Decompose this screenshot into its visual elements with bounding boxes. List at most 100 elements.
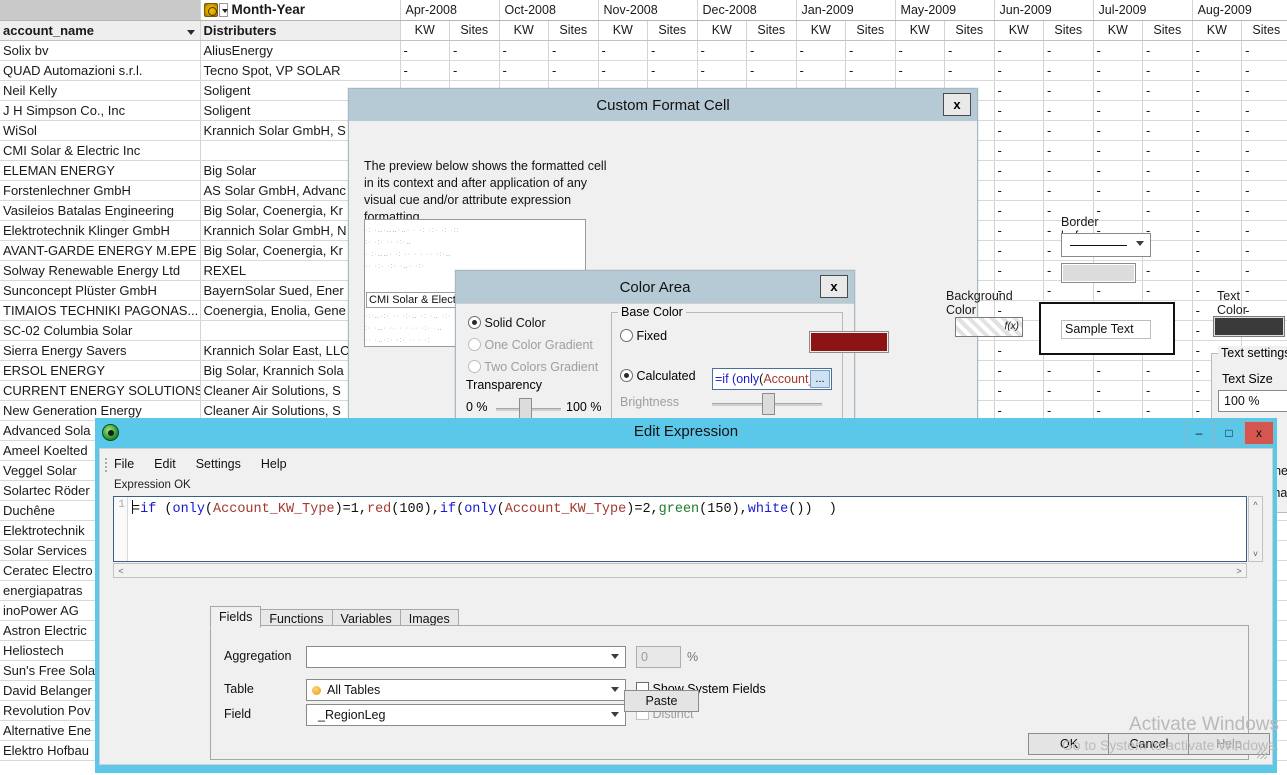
value-cell[interactable]: - [1241,60,1287,81]
calculated-expression-input[interactable]: =if (only(Account_ ... [712,368,832,390]
account-name-cell[interactable]: Forstenlechner GmbH [0,180,201,201]
one-color-gradient-radio[interactable] [468,338,481,351]
value-cell[interactable]: - [1093,160,1144,181]
value-cell[interactable]: - [845,60,896,81]
value-cell[interactable]: - [994,340,1045,361]
account-name-cell[interactable]: WiSol [0,120,201,141]
value-cell[interactable]: - [647,60,698,81]
value-cell[interactable]: - [1093,200,1144,221]
value-cell[interactable]: - [1043,160,1094,181]
value-cell[interactable]: - [944,40,995,61]
distributers-cell[interactable]: AliusEnergy [200,40,401,61]
value-cell[interactable]: - [1043,280,1094,301]
value-cell[interactable]: - [697,60,748,81]
value-cell[interactable]: - [1241,280,1287,301]
account-name-cell[interactable]: J H Simpson Co., Inc [0,100,201,121]
table-row[interactable]: QUAD Automazioni s.r.l. Tecno Spot, VP SO… [0,60,1287,81]
text-color-swatch[interactable] [1213,316,1285,337]
editor-horizontal-scrollbar[interactable]: < > [113,563,1247,578]
brightness-slider-thumb[interactable] [762,393,775,415]
account-name-cell[interactable]: Sierra Energy Savers [0,340,201,361]
menu-edit[interactable]: Edit [154,457,176,471]
account-name-cell[interactable]: Neil Kelly [0,80,201,101]
account-name-cell[interactable]: Solway Renewable Energy Ltd [0,260,201,281]
value-cell[interactable]: - [1241,240,1287,261]
value-cell[interactable]: - [1142,80,1193,101]
value-cell[interactable]: - [1192,180,1243,201]
field-select[interactable]: _RegionLeg [306,704,626,726]
two-colors-gradient-radio[interactable] [468,360,481,373]
value-cell[interactable]: - [548,60,599,81]
value-cell[interactable]: - [944,60,995,81]
value-cell[interactable]: - [1142,120,1193,141]
value-cell[interactable]: - [1142,400,1193,421]
value-cell[interactable]: - [1241,180,1287,201]
account-name-cell[interactable]: Solix bv [0,40,201,61]
paste-button[interactable]: Paste [624,690,699,712]
value-cell[interactable]: - [994,60,1045,81]
expression-code[interactable]: =if (only(Account_KW_Type)=1,red(100),if… [132,500,1244,517]
value-cell[interactable]: - [796,40,847,61]
value-cell[interactable]: - [1043,120,1094,141]
value-cell[interactable]: - [994,120,1045,141]
value-cell[interactable]: - [647,40,698,61]
value-cell[interactable]: - [994,180,1045,201]
value-cell[interactable]: - [895,40,946,61]
distributers-header[interactable]: Distributers [200,20,401,41]
ok-button[interactable]: OK [1028,733,1110,755]
value-cell[interactable]: - [1093,180,1144,201]
value-cell[interactable]: - [1192,220,1243,241]
value-cell[interactable]: - [1241,120,1287,141]
cancel-button[interactable]: Cancel [1108,733,1190,755]
value-cell[interactable]: - [1142,40,1193,61]
value-cell[interactable]: - [1043,100,1094,121]
value-cell[interactable]: - [1043,40,1094,61]
value-cell[interactable]: - [994,40,1045,61]
border-style-select[interactable] [1061,233,1151,257]
value-cell[interactable]: - [1241,220,1287,241]
value-cell[interactable]: - [1093,140,1144,161]
value-cell[interactable]: - [697,40,748,61]
close-icon[interactable]: x [943,93,971,116]
menu-settings[interactable]: Settings [196,457,241,471]
value-cell[interactable]: - [1093,80,1144,101]
value-cell[interactable]: - [1142,200,1193,221]
window-controls[interactable]: – □ x [1184,421,1274,445]
account-name-cell[interactable]: QUAD Automazioni s.r.l. [0,60,201,81]
account-name-cell[interactable]: Sunconcept Plüster GmbH [0,280,201,301]
value-cell[interactable]: - [1093,120,1144,141]
value-cell[interactable]: - [746,40,797,61]
value-cell[interactable]: - [994,400,1045,421]
value-cell[interactable]: - [1192,40,1243,61]
value-cell[interactable]: - [1142,260,1193,281]
value-cell[interactable]: - [1142,100,1193,121]
value-cell[interactable]: - [1093,280,1144,301]
value-cell[interactable]: - [994,160,1045,181]
close-icon[interactable]: x [1244,421,1274,445]
value-cell[interactable]: - [1192,240,1243,261]
color-area-dialog[interactable]: Color Area x Solid Color One Color Gradi… [455,270,889,428]
value-cell[interactable]: - [1093,400,1144,421]
value-cell[interactable]: - [845,40,896,61]
account-name-cell[interactable]: New Generation Energy [0,400,201,421]
value-cell[interactable]: - [1192,100,1243,121]
distributers-cell[interactable]: Tecno Spot, VP SOLAR [200,60,401,81]
menu-help[interactable]: Help [261,457,287,471]
value-cell[interactable]: - [1043,60,1094,81]
value-cell[interactable]: - [994,260,1045,281]
value-cell[interactable]: - [1241,80,1287,101]
filter-dropdown-icon[interactable] [186,29,195,35]
value-cell[interactable]: - [1241,200,1287,221]
value-cell[interactable]: - [994,140,1045,161]
value-cell[interactable]: - [994,240,1045,261]
edit-expression-window[interactable]: Edit Expression – □ x File Edit Settings… [95,418,1277,773]
value-cell[interactable]: - [598,40,649,61]
value-cell[interactable]: - [499,40,549,61]
value-cell[interactable]: - [1142,140,1193,161]
account-name-cell[interactable]: ERSOL ENERGY [0,360,201,381]
expression-editor[interactable]: 1 =if (only(Account_KW_Type)=1,red(100),… [113,496,1247,562]
value-cell[interactable]: - [994,200,1045,221]
value-cell[interactable]: - [994,380,1045,401]
value-cell[interactable]: - [1093,60,1144,81]
value-cell[interactable]: - [994,220,1045,241]
